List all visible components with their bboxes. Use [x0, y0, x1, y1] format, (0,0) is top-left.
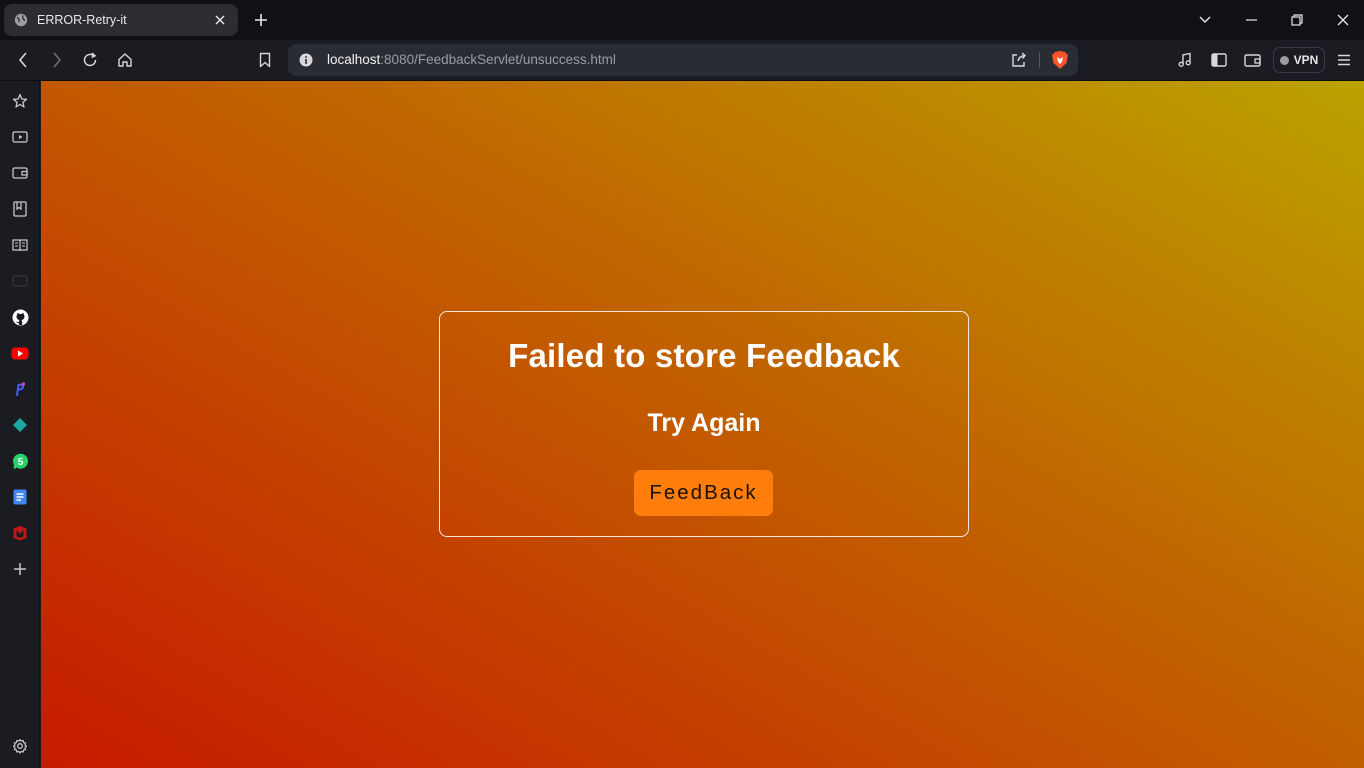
youtube-icon[interactable] [10, 343, 30, 363]
address-bar[interactable]: localhost:8080/FeedbackServlet/unsuccess… [288, 44, 1078, 76]
error-card: Failed to store Feedback Try Again FeedB… [439, 311, 969, 537]
reload-icon[interactable] [78, 49, 102, 71]
feedback-button[interactable]: FeedBack [634, 470, 773, 516]
new-tab-icon[interactable] [250, 10, 272, 30]
retry-subheading: Try Again [647, 409, 761, 437]
url-host: localhost [327, 52, 381, 67]
close-window-icon[interactable] [1320, 0, 1364, 40]
diamond-icon[interactable] [10, 415, 30, 435]
forward-icon[interactable] [45, 49, 69, 71]
back-icon[interactable] [11, 49, 35, 71]
globe-icon [14, 13, 28, 27]
tab-close-icon[interactable] [212, 12, 228, 28]
tab-strip: ERROR-Retry-it [0, 0, 1364, 40]
page-content: Failed to store Feedback Try Again FeedB… [41, 81, 1364, 768]
url-text: localhost:8080/FeedbackServlet/unsuccess… [327, 52, 616, 67]
vpn-status-icon [1279, 55, 1289, 65]
vpn-label: VPN [1293, 53, 1319, 67]
svg-text:5: 5 [17, 457, 23, 468]
vpn-button[interactable]: VPN [1273, 47, 1325, 73]
active-tab[interactable]: ERROR-Retry-it [4, 4, 238, 36]
home-icon[interactable] [113, 49, 137, 71]
mcafee-icon[interactable] [10, 523, 30, 543]
menu-icon[interactable] [1332, 49, 1356, 71]
disabled-icon [10, 271, 30, 291]
error-heading: Failed to store Feedback [508, 337, 900, 374]
github-icon[interactable] [10, 307, 30, 327]
bookmark-icon[interactable] [253, 49, 277, 71]
tab-list-chevron-icon[interactable] [1182, 0, 1228, 40]
browser-toolbar: localhost:8080/FeedbackServlet/unsuccess… [0, 40, 1364, 81]
bookmarks-icon[interactable] [10, 199, 30, 219]
restore-icon[interactable] [1274, 0, 1320, 40]
app-icon[interactable] [10, 379, 30, 399]
browser-sidebar: 5 [0, 81, 40, 768]
docs-icon[interactable] [10, 487, 30, 507]
brave-shields-icon[interactable] [1051, 50, 1069, 70]
whatsapp-icon[interactable]: 5 [10, 451, 30, 471]
sidebar-toggle-icon[interactable] [1207, 49, 1231, 71]
wallet-toolbar-icon[interactable] [1240, 49, 1264, 71]
minimize-icon[interactable] [1228, 0, 1274, 40]
url-separator [1039, 52, 1040, 68]
url-path: :8080/FeedbackServlet/unsuccess.html [380, 52, 616, 67]
wallet-icon[interactable] [10, 163, 30, 183]
site-info-icon[interactable] [299, 53, 313, 67]
media-icon[interactable] [1173, 49, 1197, 71]
settings-icon[interactable] [10, 736, 30, 756]
add-icon[interactable] [10, 559, 30, 579]
share-icon[interactable] [1010, 51, 1028, 69]
tab-title: ERROR-Retry-it [37, 13, 127, 27]
reading-list-icon[interactable] [10, 235, 30, 255]
video-icon[interactable] [10, 127, 30, 147]
star-icon[interactable] [10, 91, 30, 111]
